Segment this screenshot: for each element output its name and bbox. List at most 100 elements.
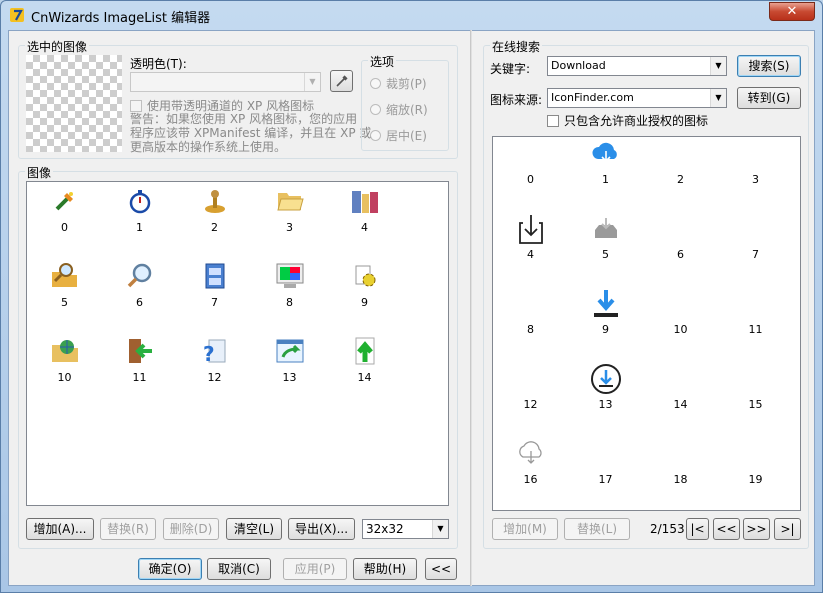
warning-line: 程序应该带 XPManifest 编译，并且在 XP 或 <box>130 126 372 140</box>
magnifier-icon <box>102 259 177 293</box>
image-size-combo[interactable]: 32x32 ▼ <box>362 519 449 539</box>
selected-image-preview <box>26 55 122 152</box>
image-item[interactable]: 1 <box>568 137 643 212</box>
image-item[interactable]: 9 <box>568 287 643 362</box>
image-item[interactable]: 16 <box>493 437 568 512</box>
keyword-label: 关键字: <box>490 62 531 76</box>
image-item[interactable]: 15 <box>718 362 793 437</box>
image-item-label: 9 <box>361 296 368 309</box>
circle-download-icon <box>568 362 643 396</box>
image-item-label: 12 <box>207 371 222 384</box>
last-page-button[interactable]: >| <box>774 518 801 540</box>
empty-icon <box>643 137 718 171</box>
image-item-label: 11 <box>132 371 147 384</box>
svg-text:?: ? <box>203 342 215 365</box>
cancel-button[interactable]: 取消(C) <box>207 558 271 580</box>
image-item[interactable]: 5 <box>27 257 102 332</box>
radio-scale-label: 缩放(R) <box>386 103 428 117</box>
replace-image-button[interactable]: 替换(R) <box>100 518 156 540</box>
image-item[interactable]: 14 <box>643 362 718 437</box>
image-list[interactable]: 0 1 2 3 4 5 6 7 8 9 10 11? 12 13 14 <box>26 181 449 506</box>
image-item[interactable]: 8 <box>252 257 327 332</box>
image-item-label: 5 <box>61 296 68 309</box>
commercial-option[interactable]: 只包含允许商业授权的图标 <box>547 112 708 129</box>
image-item[interactable]: 10 <box>27 332 102 407</box>
alpha-channel-checkbox[interactable] <box>130 100 142 112</box>
search-results-list[interactable]: 0 1 2 3 4 5 6 7 8 9 10 11 12 13 14 15 16 17 18 19 <box>492 136 801 511</box>
image-item[interactable]: 3 <box>718 137 793 212</box>
image-item[interactable]: 7 <box>177 257 252 332</box>
image-item[interactable]: 1 <box>102 182 177 257</box>
image-item-label: 3 <box>752 173 759 186</box>
image-item[interactable]: 14 <box>327 332 402 407</box>
commercial-checkbox[interactable] <box>547 115 559 127</box>
image-item[interactable]: 7 <box>718 212 793 287</box>
close-button[interactable]: ✕ <box>769 2 815 21</box>
transparent-color-combo[interactable]: ▼ <box>130 72 321 92</box>
apply-button[interactable]: 应用(P) <box>283 558 347 580</box>
image-item-label: 3 <box>286 221 293 234</box>
eyedropper-button[interactable] <box>330 70 353 92</box>
source-combo[interactable]: IconFinder.com ▼ <box>547 88 727 108</box>
search-folder-icon <box>27 259 102 293</box>
image-item[interactable]: 10 <box>643 287 718 362</box>
collapse-button[interactable]: << <box>425 558 457 580</box>
replace-online-button[interactable]: 替换(L) <box>564 518 630 540</box>
image-item[interactable]: 11 <box>102 332 177 407</box>
radio-crop-label: 裁剪(P) <box>386 77 427 91</box>
radio-center[interactable]: 居中(E) <box>370 127 427 144</box>
image-item[interactable]: 2 <box>643 137 718 212</box>
image-item[interactable]: 4 <box>327 182 402 257</box>
transparent-color-label: 透明色(T): <box>130 57 187 71</box>
ok-button[interactable]: 确定(O) <box>138 558 202 580</box>
image-item[interactable]: 8 <box>493 287 568 362</box>
image-item[interactable]: 0 <box>27 182 102 257</box>
add-image-button[interactable]: 增加(A)... <box>26 518 94 540</box>
image-item[interactable]: 9 <box>327 257 402 332</box>
image-item-label: 18 <box>673 473 688 486</box>
image-item-label: 2 <box>211 221 218 234</box>
clear-images-button[interactable]: 清空(L) <box>226 518 282 540</box>
image-item[interactable]: 17 <box>568 437 643 512</box>
radio-crop[interactable]: 裁剪(P) <box>370 75 427 92</box>
search-button[interactable]: 搜索(S) <box>737 55 801 77</box>
image-item-label: 0 <box>61 221 68 234</box>
inbox-download-icon <box>568 212 643 246</box>
first-page-button[interactable]: |< <box>686 518 709 540</box>
image-item[interactable]: 13 <box>568 362 643 437</box>
export-images-button[interactable]: 导出(X)... <box>288 518 355 540</box>
image-item[interactable]: 19 <box>718 437 793 512</box>
source-value: IconFinder.com <box>551 91 634 104</box>
image-item[interactable]: ? 12 <box>177 332 252 407</box>
image-item[interactable]: 4 <box>493 212 568 287</box>
add-online-button[interactable]: 增加(M) <box>492 518 558 540</box>
goto-button[interactable]: 转到(G) <box>737 87 801 109</box>
image-item[interactable]: 6 <box>102 257 177 332</box>
help-button[interactable]: 帮助(H) <box>353 558 417 580</box>
image-item[interactable]: 13 <box>252 332 327 407</box>
empty-icon <box>718 137 793 171</box>
image-item-label: 14 <box>357 371 372 384</box>
image-item[interactable]: 3 <box>252 182 327 257</box>
keyword-combo[interactable]: Download ▼ <box>547 56 727 76</box>
image-item-label: 14 <box>673 398 688 411</box>
download-arrow-icon <box>568 287 643 321</box>
document-up-arrow-icon <box>327 334 402 368</box>
image-item[interactable]: 12 <box>493 362 568 437</box>
warning-line: 更高版本的操作系统上使用。 <box>130 140 287 154</box>
image-item[interactable]: 18 <box>643 437 718 512</box>
image-item[interactable]: 0 <box>493 137 568 212</box>
empty-icon <box>493 362 568 396</box>
delete-image-button[interactable]: 删除(D) <box>163 518 219 540</box>
page-info: 2/153 <box>650 522 685 536</box>
prev-page-button[interactable]: << <box>713 518 740 540</box>
image-item[interactable]: 6 <box>643 212 718 287</box>
image-item[interactable]: 5 <box>568 212 643 287</box>
radio-scale[interactable]: 缩放(R) <box>370 101 428 118</box>
image-item[interactable]: 2 <box>177 182 252 257</box>
next-page-button[interactable]: >> <box>743 518 770 540</box>
image-size-value: 32x32 <box>366 522 404 536</box>
image-item-label: 7 <box>752 248 759 261</box>
image-item[interactable]: 11 <box>718 287 793 362</box>
image-item-label: 11 <box>748 323 763 336</box>
